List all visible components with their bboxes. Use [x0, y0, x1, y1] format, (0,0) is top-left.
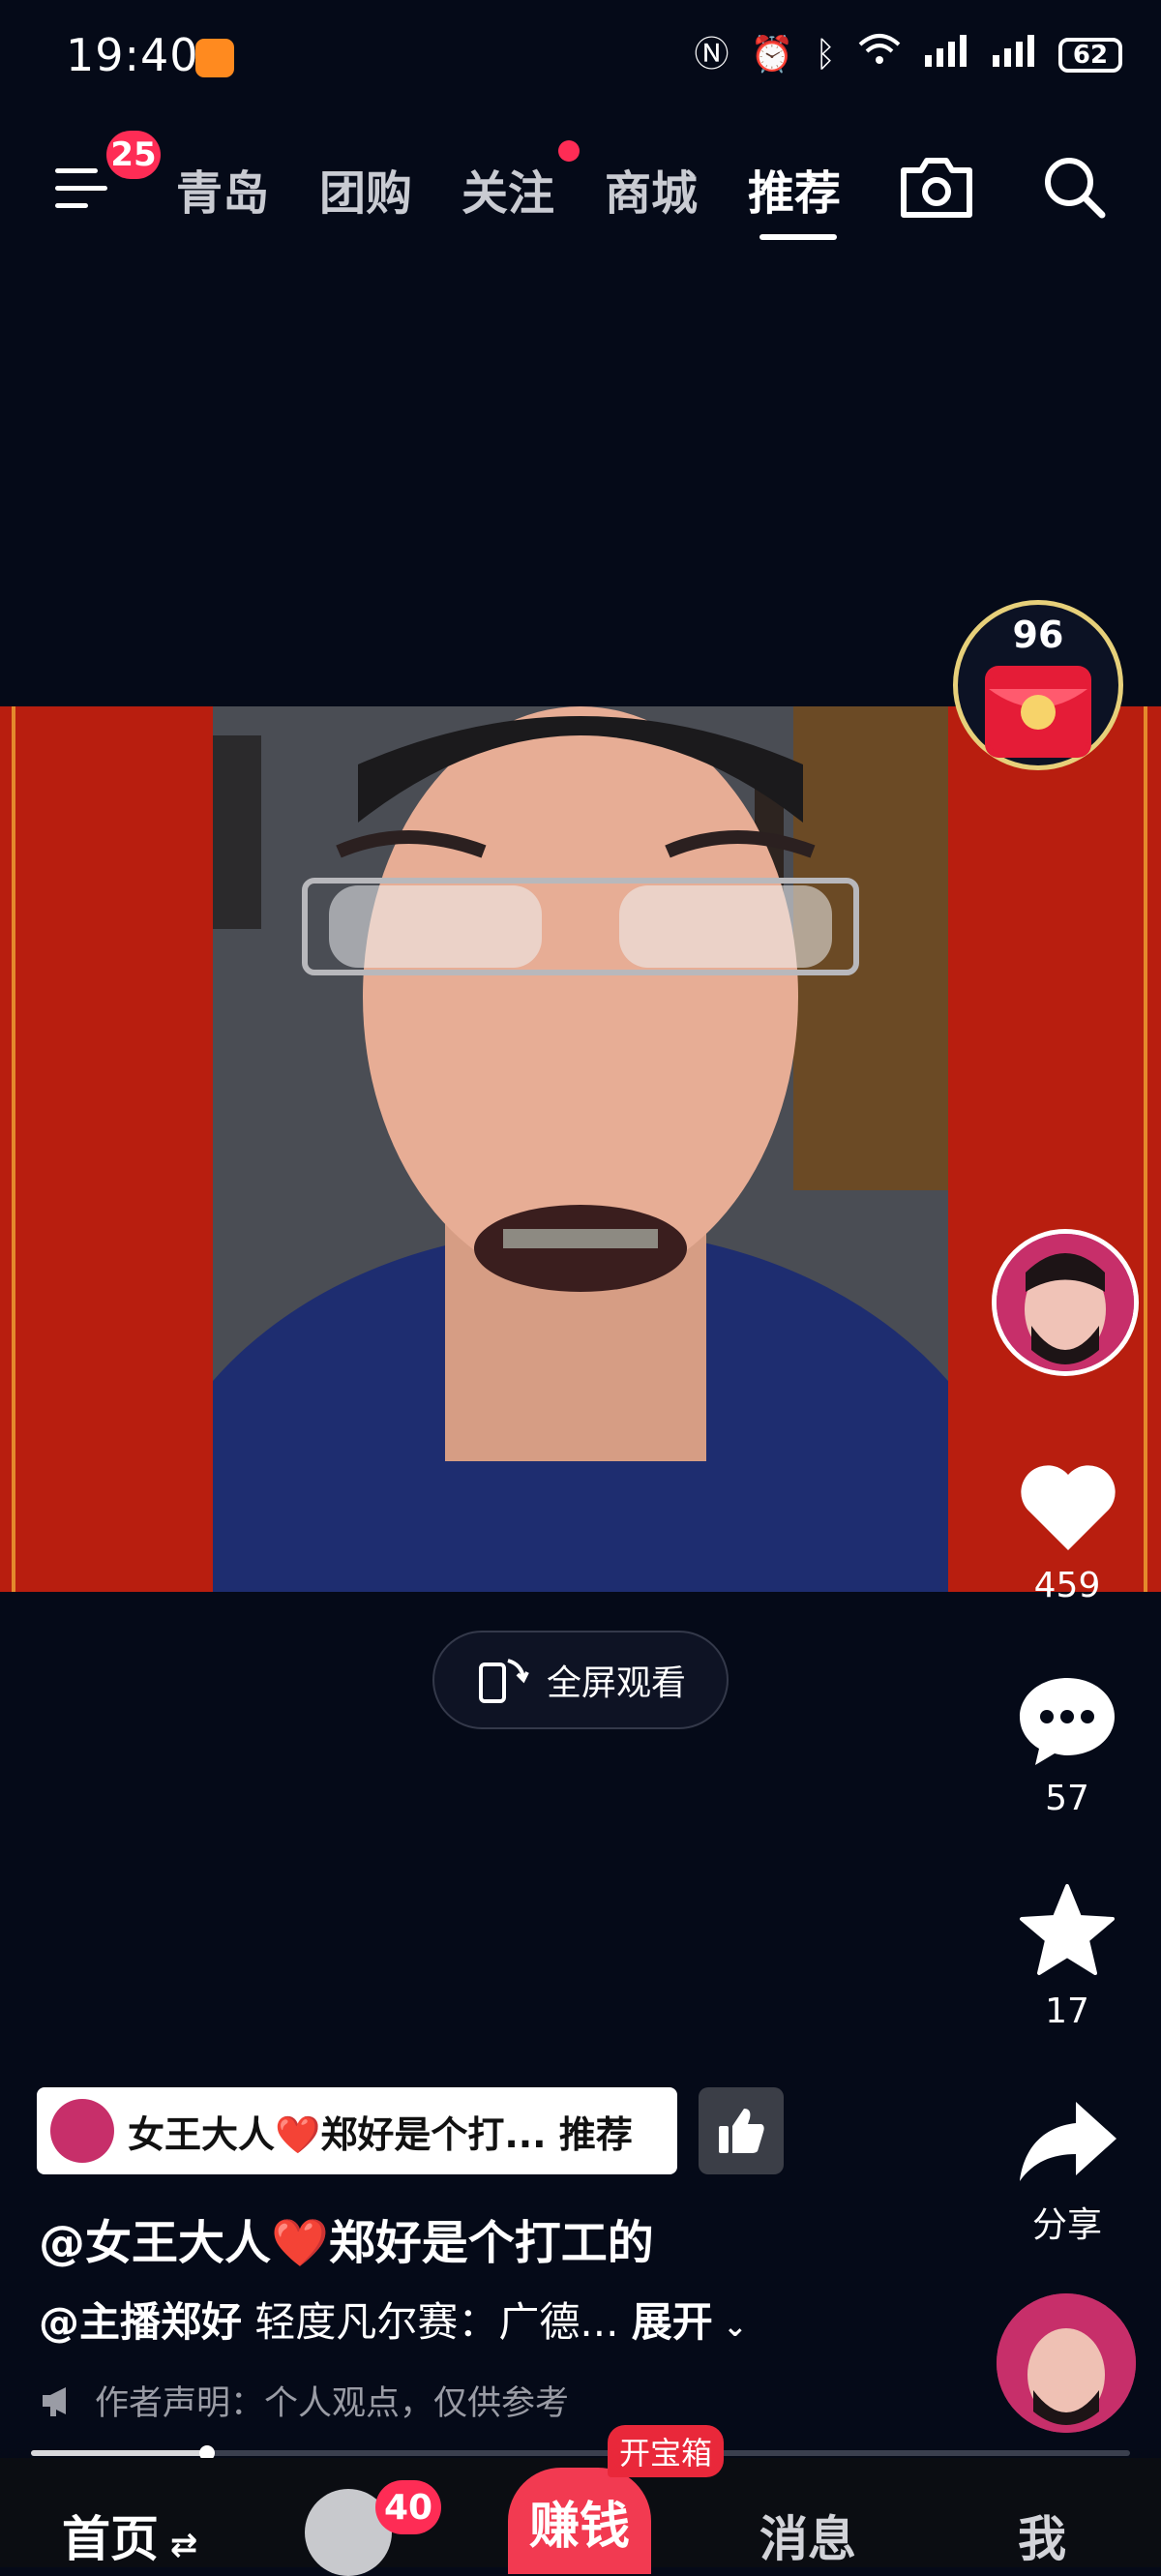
nav-home[interactable]: 首页 ⇄ [62, 2501, 197, 2570]
video-frame-image [213, 706, 948, 1592]
video-description[interactable]: @主播郑好 轻度凡尔赛：广德... 展开 ⌄ [39, 2290, 747, 2349]
favorite-count: 17 [1045, 1992, 1089, 2031]
creator-avatar-image [997, 1234, 1134, 1371]
thumbs-up-icon [719, 2109, 764, 2153]
music-disc-image [997, 2293, 1136, 2433]
author-declaration: 作者声明：个人观点，仅供参考 [39, 2376, 569, 2425]
tab-mall[interactable]: 商城 [605, 155, 698, 223]
favorite-star-icon[interactable] [1016, 1882, 1118, 1979]
swap-icon: ⇄ [159, 2526, 198, 2564]
active-tab-indicator [759, 234, 837, 240]
reward-count: 96 [1012, 614, 1064, 656]
video-player[interactable] [213, 706, 948, 1592]
expand-button[interactable]: 展开 ⌄ [632, 2298, 748, 2346]
chevron-down-icon: ⌄ [712, 2310, 748, 2344]
nav-home-label: 首页 [62, 2511, 159, 2567]
share-label: 分享 [1031, 2205, 1102, 2245]
menu-badge: 25 [106, 131, 161, 179]
like-count: 459 [1033, 1566, 1101, 1605]
open-treasure-tag[interactable]: 开宝箱 [608, 2425, 725, 2477]
author-name[interactable]: @女王大人❤️郑好是个打工的 [39, 2204, 654, 2272]
signal-1-icon [923, 34, 969, 75]
declaration-text: 作者声明：个人观点，仅供参考 [95, 2384, 570, 2423]
camera-icon[interactable] [898, 153, 975, 221]
nav-messages[interactable]: 消息 [759, 2501, 856, 2570]
comment-icon[interactable] [1016, 1672, 1118, 1769]
thumbs-up-button[interactable] [699, 2087, 784, 2174]
creator-avatar[interactable] [992, 1229, 1139, 1376]
bluetooth-icon: ᛒ [815, 34, 836, 75]
fullscreen-label: 全屏观看 [546, 1663, 686, 1703]
expand-label: 展开 [631, 2298, 713, 2346]
rotate-screen-icon [478, 1659, 529, 1703]
search-icon[interactable] [1040, 153, 1108, 221]
alarm-icon: ⏰ [750, 34, 794, 75]
following-dot [558, 140, 580, 162]
mention-link[interactable]: @主播郑好 [39, 2298, 242, 2346]
menu-icon[interactable] [53, 165, 109, 213]
nfc-icon: Ⓝ [694, 34, 729, 75]
battery-indicator: 62 [1058, 37, 1122, 73]
status-icons: Ⓝ ⏰ ᛒ 62 [695, 33, 1122, 76]
share-arrow-icon[interactable] [1016, 2098, 1120, 2185]
recommender-avatar [50, 2099, 114, 2163]
tab-following[interactable]: 关注 [461, 155, 554, 223]
recommend-chip-text: 女王大人❤️郑好是个打... 推荐 [128, 2112, 633, 2156]
tab-group-buy[interactable]: 团购 [319, 155, 412, 223]
fullscreen-button[interactable]: 全屏观看 [432, 1631, 729, 1729]
video-progress-fill [31, 2450, 207, 2456]
earn-label: 赚钱 [528, 2498, 630, 2556]
like-heart-icon[interactable] [1018, 1461, 1118, 1554]
nav-me[interactable]: 我 [1018, 2501, 1066, 2570]
tab-recommend[interactable]: 推荐 [748, 155, 841, 223]
friends-badge: 40 [375, 2480, 441, 2534]
megaphone-icon [43, 2386, 66, 2416]
status-time: 19:40 [66, 29, 199, 81]
description-text: 轻度凡尔赛：广德... [254, 2298, 619, 2346]
wifi-icon [857, 33, 902, 76]
red-envelope-icon[interactable] [985, 666, 1091, 758]
tab-qingdao[interactable]: 青岛 [176, 155, 269, 223]
comment-count: 57 [1045, 1779, 1089, 1818]
decor-line-right [1144, 706, 1147, 1592]
app-notification-icon [195, 39, 234, 77]
signal-2-icon [991, 34, 1037, 75]
decor-line-left [12, 706, 15, 1592]
recommend-chip[interactable]: 女王大人❤️郑好是个打... 推荐 [37, 2087, 677, 2174]
music-disc[interactable] [997, 2293, 1136, 2433]
